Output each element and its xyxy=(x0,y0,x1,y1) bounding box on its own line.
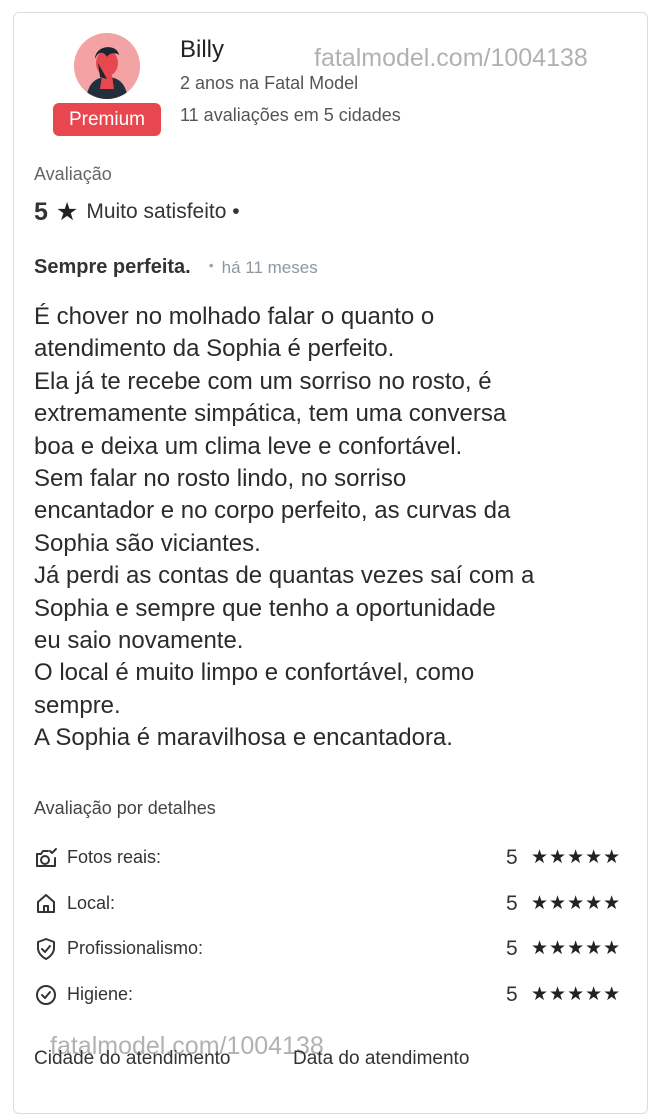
review-line: boa e deixa um clima leve e confortável. xyxy=(34,432,463,460)
separator-dot: • xyxy=(208,257,214,273)
detail-label: Local: xyxy=(67,893,116,913)
detail-row-higiene: Higiene: 5 ★★★★★ xyxy=(34,980,630,1010)
review-line: O local é muito limpo e confortável, com… xyxy=(34,659,475,687)
detail-stars: ★★★★★ xyxy=(531,984,622,1005)
reviewer-reviews-summary: 11 avaliações em 5 cidades xyxy=(180,105,401,125)
review-time-ago: há 11 meses xyxy=(221,258,318,277)
review-line: Sophia são viciantes. xyxy=(34,529,261,557)
detail-row-profissionalismo: Profissionalismo: 5 ★★★★★ xyxy=(34,934,630,964)
detail-score: 5 xyxy=(506,892,518,915)
detail-label: Profissionalismo: xyxy=(67,938,204,958)
reviewer-tenure: 2 anos na Fatal Model xyxy=(180,73,359,93)
detail-label: Fotos reais: xyxy=(67,847,162,867)
detail-score: 5 xyxy=(506,846,518,869)
detail-stars: ★★★★★ xyxy=(531,847,622,868)
detail-score: 5 xyxy=(506,983,518,1006)
review-title: Sempre perfeita. xyxy=(34,256,191,278)
detail-stars: ★★★★★ xyxy=(531,893,622,914)
camera-check-icon xyxy=(34,846,58,870)
home-icon xyxy=(34,892,58,916)
user-avatar-icon[interactable] xyxy=(74,33,140,99)
review-line: Ela já te recebe com um sorriso no rosto… xyxy=(34,367,492,395)
review-line: atendimento da Sophia é perfeito. xyxy=(34,335,395,363)
star-icon: ★ xyxy=(55,198,79,226)
review-line: A Sophia é maravilhosa e encantadora. xyxy=(34,724,453,752)
review-line: extremamente simpática, tem uma conversa xyxy=(34,400,507,428)
review-body: É chover no molhado falar o quanto o ate… xyxy=(34,301,644,755)
detail-score: 5 xyxy=(506,937,518,960)
detail-row-local: Local: 5 ★★★★★ xyxy=(34,889,630,919)
rating-section-label: Avaliação xyxy=(34,164,112,184)
review-line: encantador e no corpo perfeito, as curva… xyxy=(34,497,511,525)
review-header: Sempre perfeita. • há 11 meses xyxy=(34,256,318,279)
detail-row-fotos-reais: Fotos reais: 5 ★★★★★ xyxy=(34,843,630,873)
check-circle-icon xyxy=(34,983,58,1007)
premium-badge: Premium xyxy=(53,103,161,136)
detail-label: Higiene: xyxy=(67,984,134,1004)
watermark-top: fatalmodel.com/1004138 xyxy=(314,44,588,72)
watermark-bottom: fatalmodel.com/1004138 xyxy=(50,1032,324,1060)
review-line: sempre. xyxy=(34,691,121,719)
review-line: É chover no molhado falar o quanto o xyxy=(34,303,435,330)
details-section-label: Avaliação por detalhes xyxy=(34,798,216,818)
review-line: Sem falar no rosto lindo, no sorriso xyxy=(34,465,407,493)
overall-score: 5 xyxy=(34,197,48,226)
review-line: Já perdi as contas de quantas vezes saí … xyxy=(34,562,535,590)
review-line: eu saio novamente. xyxy=(34,627,244,655)
rating-description: Muito satisfeito • xyxy=(86,200,240,223)
reviewer-name[interactable]: Billy xyxy=(180,36,224,64)
shield-check-icon xyxy=(34,937,58,961)
review-line: Sophia e sempre que tenho a oportunidade xyxy=(34,594,496,622)
detail-stars: ★★★★★ xyxy=(531,938,622,959)
overall-rating: 5 ★ Muito satisfeito • xyxy=(34,196,240,228)
